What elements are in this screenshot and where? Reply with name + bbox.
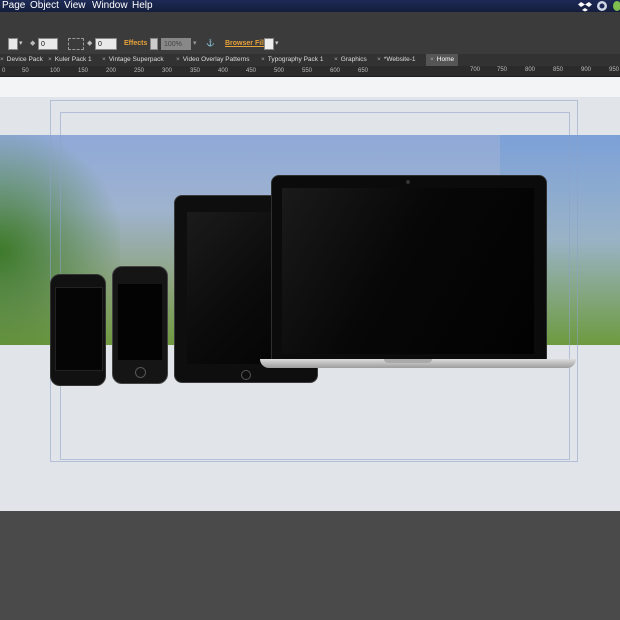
close-icon[interactable]: × bbox=[176, 56, 180, 63]
stepper-icon[interactable]: ◆ bbox=[30, 38, 35, 50]
effects-label[interactable]: Effects bbox=[124, 38, 147, 50]
menu-help[interactable]: Help bbox=[132, 0, 153, 12]
close-icon[interactable]: × bbox=[48, 56, 52, 63]
menu-window[interactable]: Window bbox=[92, 0, 128, 12]
close-icon[interactable]: × bbox=[377, 56, 381, 63]
ruler-tick: 100 bbox=[50, 68, 61, 74]
anchor-icon[interactable]: ⚓ bbox=[206, 38, 215, 50]
close-icon[interactable]: × bbox=[261, 56, 265, 63]
ruler-tick: 0 bbox=[2, 68, 6, 74]
fill-dropdown-icon[interactable]: ▾ bbox=[275, 38, 279, 50]
iphone-image[interactable] bbox=[112, 266, 168, 384]
ruler-labels: 0 50 100 150 200 250 300 350 400 450 500… bbox=[0, 64, 620, 76]
corner-radius-icon[interactable] bbox=[68, 38, 84, 50]
fill-swatch-icon[interactable] bbox=[264, 38, 274, 50]
ruler-tick: 550 bbox=[302, 68, 313, 74]
stroke-swatch[interactable] bbox=[8, 38, 18, 50]
leaf-icon[interactable] bbox=[612, 0, 620, 12]
menu-bar: Page Object View Window Help bbox=[0, 0, 620, 12]
stroke-width-field[interactable]: 0 bbox=[38, 38, 58, 50]
ruler-tick: 600 bbox=[330, 68, 341, 74]
menu-page[interactable]: Page bbox=[2, 0, 25, 12]
pasteboard[interactable] bbox=[0, 511, 620, 620]
stroke-dropdown-icon[interactable]: ▾ bbox=[19, 38, 23, 50]
macbook-notch bbox=[384, 359, 432, 363]
ruler-tick: 450 bbox=[246, 68, 257, 74]
close-icon[interactable]: × bbox=[334, 56, 338, 63]
camera-icon bbox=[406, 180, 410, 184]
corner-radius-field[interactable]: 0 bbox=[95, 38, 117, 50]
toolbar: ▾ ◆ 0 ◆ 0 Effects 100% ▾ ⚓ Browser Fill:… bbox=[0, 12, 620, 55]
opacity-field[interactable]: 100% bbox=[161, 38, 191, 50]
ruler-tick: 250 bbox=[134, 68, 145, 74]
ruler-tick: 200 bbox=[106, 68, 117, 74]
home-button-icon bbox=[135, 367, 146, 378]
home-button-icon bbox=[241, 370, 251, 380]
ruler-tick: 350 bbox=[190, 68, 201, 74]
android-phone-image[interactable] bbox=[50, 274, 106, 386]
close-icon[interactable]: × bbox=[430, 56, 434, 63]
ruler-tick: 150 bbox=[78, 68, 89, 74]
sync-icon[interactable] bbox=[596, 0, 608, 12]
ruler-tick: 300 bbox=[162, 68, 173, 74]
ruler-tick: 500 bbox=[274, 68, 285, 74]
macbook-image[interactable] bbox=[271, 175, 547, 363]
menu-object[interactable]: Object bbox=[30, 0, 59, 12]
opacity-dropdown-icon[interactable]: ▾ bbox=[193, 38, 197, 50]
radius-stepper-icon[interactable]: ◆ bbox=[87, 38, 92, 50]
dropbox-icon[interactable] bbox=[578, 0, 592, 12]
ruler-tick: 650 bbox=[358, 68, 369, 74]
close-icon[interactable]: × bbox=[0, 56, 4, 63]
design-canvas[interactable] bbox=[0, 77, 620, 511]
close-icon[interactable]: × bbox=[102, 56, 106, 63]
menu-view[interactable]: View bbox=[64, 0, 86, 12]
browser-fill-label[interactable]: Browser Fill: bbox=[225, 38, 267, 50]
ruler-tick: 50 bbox=[22, 68, 29, 74]
effects-swatch-icon[interactable] bbox=[150, 38, 158, 50]
ruler-tick: 400 bbox=[218, 68, 229, 74]
